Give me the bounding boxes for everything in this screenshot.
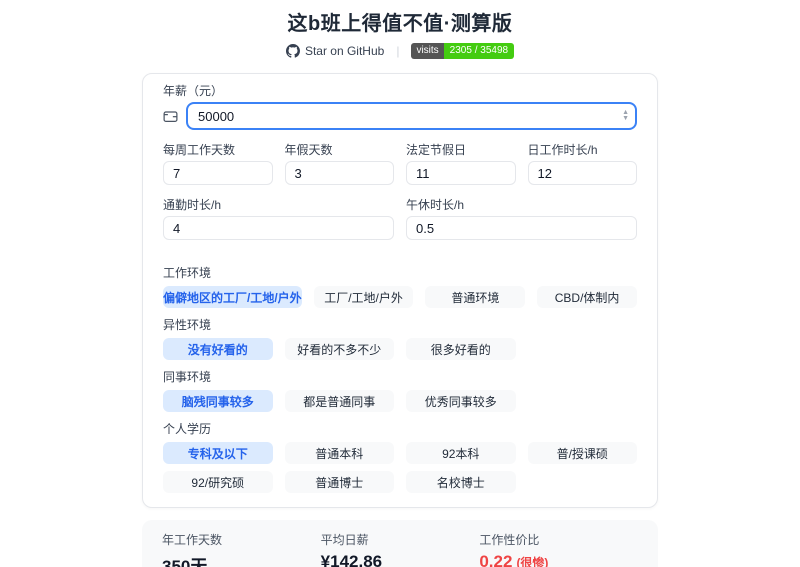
choice-group-label: 同事环境 [163,370,212,384]
visits-badge-value: 2305 / 35498 [443,43,515,59]
salary-field: 年薪（元） ▲ ▼ [163,84,637,130]
field-label: 法定节假日 [406,143,467,157]
field-label: 日工作时长/h [527,143,598,157]
input-field: 通勤时长/h [163,198,394,240]
salary-spinner: ▲ ▼ [622,109,629,122]
result-value: ¥142.86 [320,552,383,567]
input-field: 法定节假日 [406,143,516,185]
choice-chip[interactable]: 脑残同事较多 [163,390,273,412]
github-link-label: Star on GitHub [304,44,385,58]
result-daily-salary: 平均日薪 ¥142.86 [321,531,480,567]
field-label: 通勤时长/h [163,198,222,212]
github-icon [285,44,300,58]
field-label: 午休时长/h [406,198,465,212]
choice-chip-row: 偏僻地区的工厂/工地/户外 工厂/工地/户外 普通环境 CBD/体制内 [163,286,637,308]
input-field: 年假天数 [284,143,394,185]
choice-group-label: 异性环境 [163,318,212,332]
choice-chip[interactable]: 很多好看的 [406,338,516,360]
field-input[interactable] [406,161,516,185]
choice-group: 同事环境脑残同事较多 都是普通同事 优秀同事较多 [163,370,637,412]
result-ratio-number: 0.22 [479,552,513,567]
time-fields-grid: 通勤时长/h 午休时长/h [163,198,637,240]
salary-input[interactable] [186,102,637,130]
choice-chip[interactable]: 普通博士 [284,471,394,493]
number-fields-grid: 每周工作天数 年假天数 法定节假日 日工作时长/h [163,143,637,185]
subheader: Star on GitHub | visits 2305 / 35498 [0,43,800,59]
field-input[interactable] [163,161,273,185]
result-value: 0.22 (很惨) [479,552,638,567]
visits-badge: visits 2305 / 35498 [411,43,515,59]
choice-group-label: 个人学历 [163,422,212,436]
result-value: 350天 [162,557,208,567]
result-worth-ratio: 工作性价比 0.22 (很惨) [479,531,638,567]
choice-chip-row: 没有好看的 好看的不多不少 很多好看的 [163,338,637,360]
choice-chip[interactable]: 名校博士 [406,471,516,493]
subheader-divider: | [396,44,400,58]
result-work-days: 年工作天数 350天 [162,531,321,567]
salary-label: 年薪（元） [163,84,224,98]
field-label: 每周工作天数 [163,143,236,157]
field-input[interactable] [527,161,637,185]
choice-chip[interactable]: 优秀同事较多 [406,390,516,412]
choice-chip[interactable]: 都是普通同事 [284,390,394,412]
page-title: 这b班上得值不值·测算版 [287,13,513,35]
result-ratio-suffix: (很惨) [516,556,549,567]
input-field: 午休时长/h [406,198,637,240]
results-bar: 年工作天数 350天 平均日薪 ¥142.86 工作性价比 0.22 (很惨) [142,520,658,567]
result-label: 年工作天数 [162,533,223,547]
choice-chip-row: 脑残同事较多 都是普通同事 优秀同事较多 [163,390,637,412]
choice-chip[interactable]: 92本科 [406,442,516,464]
choice-chip[interactable]: 专科及以下 [163,442,273,464]
choice-chip[interactable]: 普通环境 [425,286,526,308]
choice-group: 工作环境偏僻地区的工厂/工地/户外 工厂/工地/户外 普通环境 CBD/体制内 [163,266,637,308]
choice-chip[interactable]: 92/研究硕 [163,471,273,493]
field-label: 年假天数 [284,143,333,157]
result-label: 工作性价比 [479,533,540,547]
input-field: 日工作时长/h [527,143,637,185]
github-star-link[interactable]: Star on GitHub [285,44,385,58]
choice-group: 个人学历专科及以下 普通本科 92本科 普/授课硕 92/研究硕 普通博士 名校博士 [163,422,637,493]
choice-chip[interactable]: 普通本科 [284,442,394,464]
choice-chip[interactable]: 没有好看的 [163,338,273,360]
choice-chip-row: 专科及以下 普通本科 92本科 普/授课硕 92/研究硕 普通博士 名校博士 [163,442,637,493]
wallet-icon [163,110,178,122]
field-input[interactable] [406,216,637,240]
visits-badge-label: visits [411,43,444,59]
spinner-down-icon[interactable]: ▼ [622,115,629,122]
choice-chip[interactable]: 工厂/工地/户外 [313,286,414,308]
main-card: 年薪（元） ▲ ▼ 每周工作天数 年假天数 法定节假日 日工作时长/h 通勤时长/h 午… [142,73,658,508]
choice-chip[interactable]: CBD/体制内 [537,286,637,308]
choice-chip[interactable]: 普/授课硕 [527,442,637,464]
field-input[interactable] [284,161,394,185]
field-input[interactable] [163,216,394,240]
result-label: 平均日薪 [320,533,369,547]
choice-chip[interactable]: 偏僻地区的工厂/工地/户外 [163,286,302,308]
input-field: 每周工作天数 [163,143,273,185]
choice-sections: 工作环境偏僻地区的工厂/工地/户外 工厂/工地/户外 普通环境 CBD/体制内异性环境… [163,266,637,493]
choice-group-label: 工作环境 [163,266,212,280]
choice-chip[interactable]: 好看的不多不少 [284,338,394,360]
choice-group: 异性环境没有好看的 好看的不多不少 很多好看的 [163,318,637,360]
